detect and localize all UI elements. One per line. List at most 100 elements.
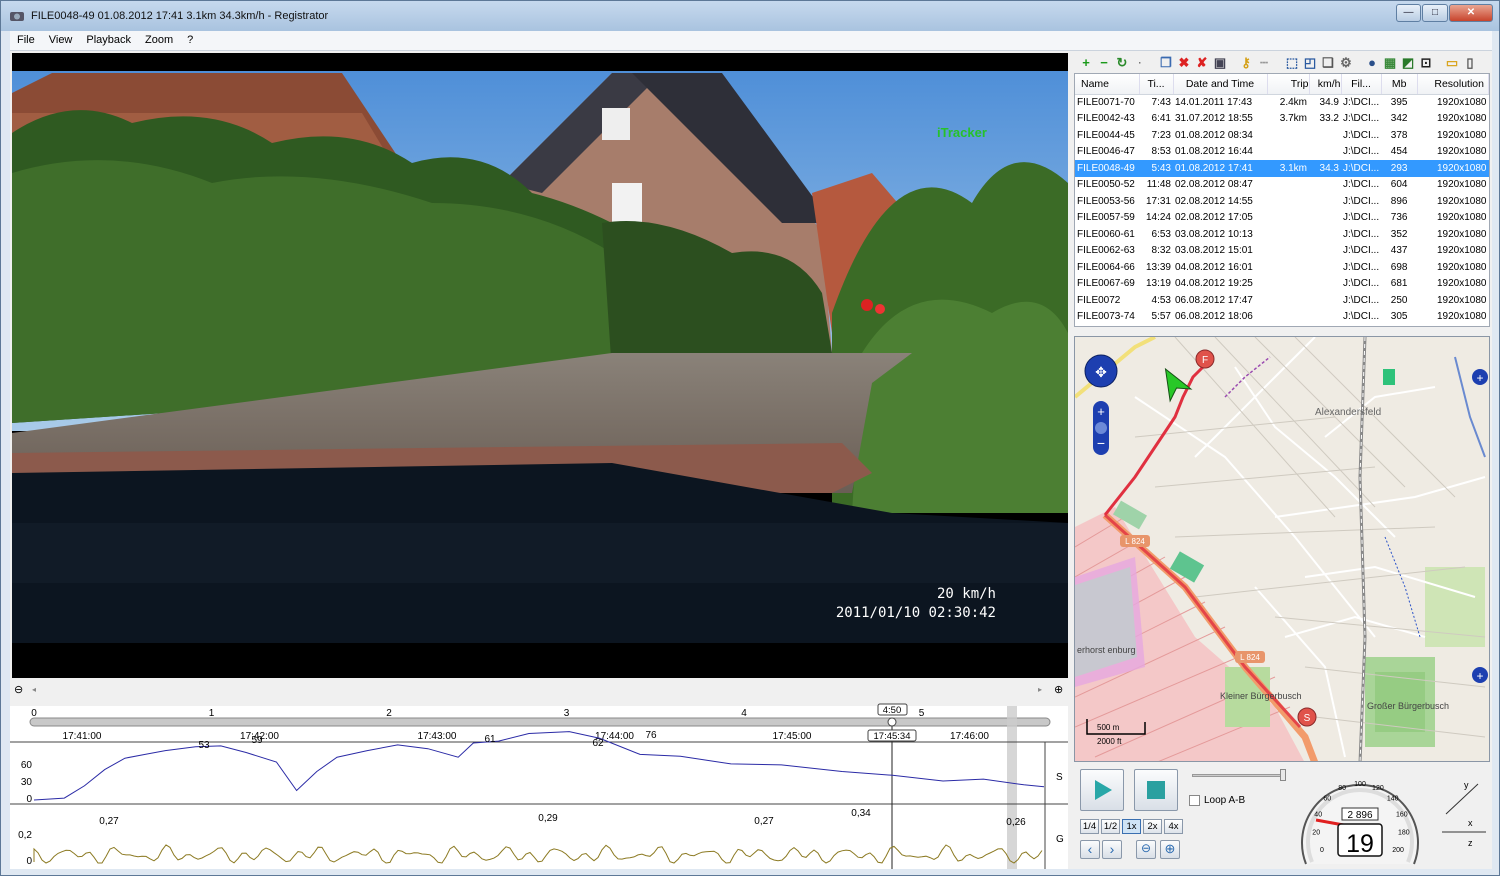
col-mb[interactable]: Mb bbox=[1381, 74, 1418, 95]
delete-icon[interactable]: ✖ bbox=[1176, 55, 1192, 71]
zoom-out-timeline-icon[interactable]: ⊖ bbox=[14, 684, 23, 696]
key-icon[interactable]: ⚷ bbox=[1238, 55, 1254, 71]
pages-icon[interactable]: ❏ bbox=[1320, 55, 1336, 71]
cell-resolution: 1920x1080 bbox=[1437, 311, 1487, 323]
file-list-row[interactable]: FILE0062-63 8:32 03.08.2012 15:01 J:\DCI...… bbox=[1075, 243, 1489, 260]
delete-file-icon[interactable]: ✘ bbox=[1194, 55, 1210, 71]
dropdown-icon[interactable]: · bbox=[1132, 55, 1148, 71]
crop-icon[interactable]: ◰ bbox=[1302, 55, 1318, 71]
speed-half-button[interactable]: 1/2 bbox=[1101, 819, 1120, 834]
cell-kmh bbox=[1309, 276, 1341, 293]
minimize-button[interactable]: — bbox=[1396, 4, 1421, 22]
col-file[interactable]: Fil... bbox=[1341, 74, 1382, 95]
stop-button[interactable] bbox=[1134, 769, 1178, 811]
cell-trip bbox=[1267, 243, 1309, 260]
file-list-row[interactable]: FILE0050-52 11:48 02.08.2012 08:47 J:\DCI..… bbox=[1075, 177, 1489, 194]
col-resolution[interactable]: Resolution bbox=[1417, 74, 1489, 95]
gauge-tick-label: 0 bbox=[1320, 847, 1324, 854]
remove-icon[interactable]: − bbox=[1096, 55, 1112, 71]
speed-peak-label: 62 bbox=[592, 738, 604, 749]
map-zoom-out-icon[interactable]: − bbox=[1097, 435, 1105, 451]
zoom-in-button[interactable]: ⊕ bbox=[1160, 840, 1180, 859]
cell-name: FILE0062-63 bbox=[1077, 245, 1135, 257]
current-speed: 19 bbox=[1346, 830, 1374, 858]
cell-time: 13:19 bbox=[1145, 278, 1171, 290]
video-player[interactable]: iTracker 20 km/h 2011/01/10 02:30:42 bbox=[12, 53, 1068, 678]
speed-4x-button[interactable]: 4x bbox=[1164, 819, 1183, 834]
cell-kmh bbox=[1309, 292, 1341, 309]
save-icon[interactable]: ▣ bbox=[1212, 55, 1228, 71]
cell-resolution: 1920x1080 bbox=[1437, 129, 1487, 141]
timeline-end-marker bbox=[1007, 706, 1017, 869]
fullscreen-icon[interactable]: ⊡ bbox=[1418, 55, 1434, 71]
map-view[interactable]: F S Alexandersfeld Kleiner Bürgerbusch G… bbox=[1074, 336, 1490, 762]
file-list-row[interactable]: FILE0042-43 6:41 31.07.2012 18:55 3.7km 33.2… bbox=[1075, 111, 1489, 128]
map-icon[interactable]: ▦ bbox=[1382, 55, 1398, 71]
maximize-button[interactable]: □ bbox=[1422, 4, 1448, 22]
cell-trip bbox=[1267, 309, 1309, 326]
col-trip[interactable]: Trip bbox=[1267, 74, 1310, 95]
map-globe-icon[interactable] bbox=[1095, 422, 1107, 434]
next-button[interactable]: › bbox=[1102, 840, 1122, 859]
accelerometer-axes: y xz bbox=[1442, 780, 1486, 848]
file-list-row[interactable]: FILE0073-74 5:57 06.08.2012 18:06 J:\DCI...… bbox=[1075, 309, 1489, 326]
speed-1x-button[interactable]: 1x bbox=[1122, 819, 1141, 834]
cell-trip bbox=[1267, 177, 1309, 194]
time-tick-label: 17:45:00 bbox=[773, 731, 812, 742]
document-icon[interactable]: ▯ bbox=[1462, 55, 1478, 71]
speed-quarter-button[interactable]: 1/4 bbox=[1080, 819, 1099, 834]
playhead-handle[interactable] bbox=[887, 717, 897, 727]
col-name[interactable]: Name bbox=[1075, 74, 1140, 95]
menu-view[interactable]: View bbox=[42, 31, 80, 49]
minute-tick-label: 5 bbox=[919, 708, 925, 719]
col-datetime[interactable]: Date and Time bbox=[1173, 74, 1268, 95]
zoom-out-button[interactable]: ⊖ bbox=[1136, 840, 1156, 859]
copy-icon[interactable]: ❐ bbox=[1158, 55, 1174, 71]
menu-file[interactable]: File bbox=[10, 31, 42, 49]
minute-tick-label: 0 bbox=[31, 708, 37, 719]
folder-icon[interactable]: ▭ bbox=[1444, 55, 1460, 71]
scroll-left-icon[interactable]: ◂ bbox=[32, 685, 36, 694]
file-list-row[interactable]: FILE0053-56 17:31 02.08.2012 14:55 J:\DCI..… bbox=[1075, 193, 1489, 210]
volume-slider[interactable] bbox=[1192, 774, 1284, 777]
loop-checkbox[interactable] bbox=[1189, 795, 1200, 806]
file-list-row[interactable]: FILE0072 4:53 06.08.2012 17:47 J:\DCI... 250… bbox=[1075, 292, 1489, 309]
file-list-row[interactable]: FILE0057-59 14:24 02.08.2012 17:05 J:\DCI..… bbox=[1075, 210, 1489, 227]
file-list[interactable]: Name Ti... Date and Time Trip km/h Fil..… bbox=[1074, 73, 1490, 327]
file-list-row[interactable]: FILE0046-47 8:53 01.08.2012 16:44 J:\DCI...… bbox=[1075, 144, 1489, 161]
prev-button[interactable]: ‹ bbox=[1080, 840, 1100, 859]
export-icon[interactable]: ⬚ bbox=[1284, 55, 1300, 71]
zoom-in-timeline-icon[interactable]: ⊕ bbox=[1054, 684, 1063, 696]
file-list-row[interactable]: FILE0071-70 7:43 14.01.2011 17:43 2.4km 34.9… bbox=[1075, 94, 1489, 111]
cell-name: FILE0057-59 bbox=[1077, 212, 1135, 224]
file-list-row[interactable]: FILE0048-49 5:43 01.08.2012 17:41 3.1km 34.3… bbox=[1075, 160, 1489, 177]
col-time[interactable]: Ti... bbox=[1139, 74, 1174, 95]
loop-label: Loop A-B bbox=[1204, 795, 1246, 806]
file-list-row[interactable]: FILE0044-45 7:23 01.08.2012 08:34 J:\DCI...… bbox=[1075, 127, 1489, 144]
menu-playback[interactable]: Playback bbox=[79, 31, 138, 49]
speed-2x-button[interactable]: 2x bbox=[1143, 819, 1162, 834]
g-peak-label: 0,27 bbox=[99, 816, 119, 827]
col-kmh[interactable]: km/h bbox=[1309, 74, 1342, 95]
settings-icon[interactable]: ⚙ bbox=[1338, 55, 1354, 71]
watermark-text: iTracker bbox=[937, 125, 987, 140]
layer-icon[interactable]: ◩ bbox=[1400, 55, 1416, 71]
menu-zoom[interactable]: Zoom bbox=[138, 31, 180, 49]
cell-time: 4:53 bbox=[1151, 294, 1171, 306]
file-list-row[interactable]: FILE0067-69 13:19 04.08.2012 19:25 J:\DCI..… bbox=[1075, 276, 1489, 293]
add-icon[interactable]: + bbox=[1078, 55, 1094, 71]
globe-icon[interactable]: ● bbox=[1364, 55, 1380, 71]
menu-help[interactable]: ? bbox=[180, 31, 200, 49]
svg-text:+: + bbox=[1476, 669, 1483, 683]
map-zoom-in-icon[interactable]: + bbox=[1097, 404, 1105, 419]
volume-handle[interactable] bbox=[1280, 769, 1286, 781]
refresh-icon[interactable]: ↻ bbox=[1114, 55, 1130, 71]
gauge-tick-label: 200 bbox=[1392, 847, 1404, 854]
file-list-row[interactable]: FILE0060-61 6:53 03.08.2012 10:13 J:\DCI...… bbox=[1075, 226, 1489, 243]
play-button[interactable] bbox=[1080, 769, 1124, 811]
file-list-row[interactable]: FILE0064-66 13:39 04.08.2012 16:01 J:\DCI..… bbox=[1075, 259, 1489, 276]
scroll-right-icon[interactable]: ▸ bbox=[1038, 685, 1042, 694]
close-button[interactable]: ✕ bbox=[1449, 4, 1493, 22]
timeline-track[interactable] bbox=[29, 717, 1051, 727]
g-peak-label: 0,27 bbox=[754, 816, 774, 827]
